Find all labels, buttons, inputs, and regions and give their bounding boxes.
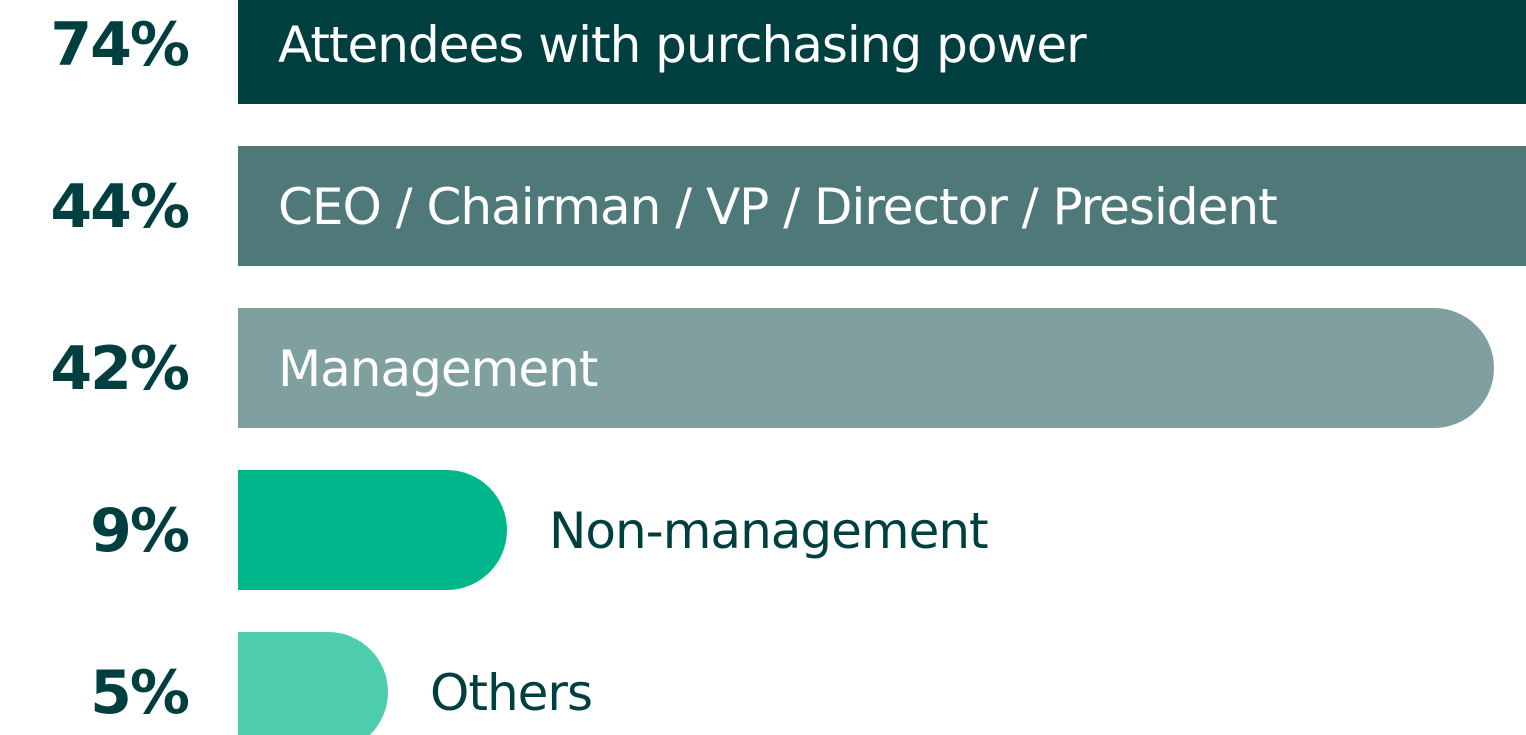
value-label: 44% [50, 172, 190, 242]
value-label: 9% [90, 496, 190, 566]
category-label: Non-management [549, 502, 989, 560]
value-label: 42% [50, 334, 190, 404]
category-label: Attendees with purchasing power [278, 16, 1087, 74]
bar [238, 470, 507, 590]
value-label: 74% [50, 10, 190, 80]
value-label: 5% [90, 658, 190, 728]
category-label: Others [430, 664, 593, 722]
horizontal-bar-chart: 74% Attendees with purchasing power 44% CEO… [0, 0, 1526, 735]
bar [238, 632, 388, 735]
category-label: CEO / Chairman / VP / Director / Preside… [278, 178, 1278, 236]
category-label: Management [278, 340, 598, 398]
